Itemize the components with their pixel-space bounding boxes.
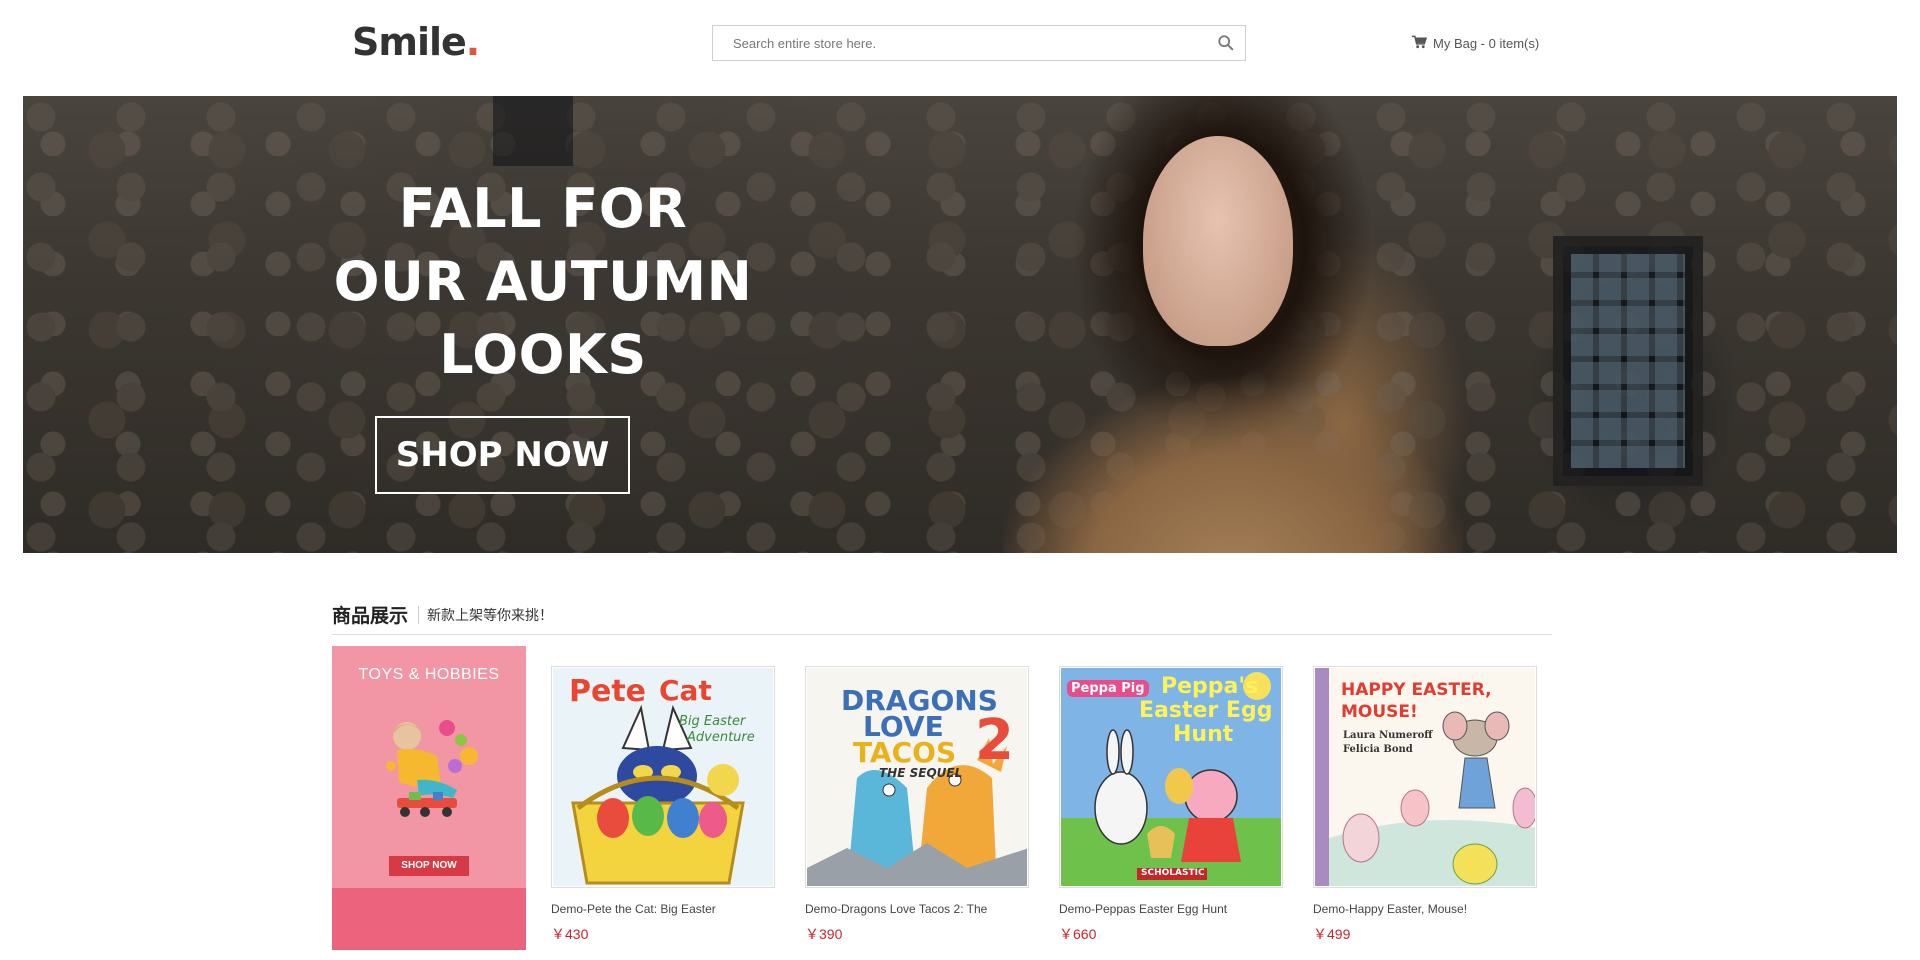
- product-price: ￥430: [551, 926, 589, 942]
- book-cover-happy-easter-mouse: HAPPY EASTER, MOUSE! Laura Numeroff Feli…: [1315, 668, 1535, 886]
- cover-sequel-number: 2: [975, 708, 1014, 773]
- book-cover-peppa-pig: Peppa Pig Peppa's Easter Egg Hunt SCHOLA…: [1061, 668, 1281, 886]
- search-icon[interactable]: [1217, 34, 1235, 52]
- banner-model-coat: [1003, 356, 1463, 553]
- banner-window-left: [493, 96, 573, 166]
- hero-banner: FALL FOR OUR AUTUMN LOOKS SHOP NOW: [23, 96, 1897, 553]
- cover-title-2: Easter Egg: [1139, 698, 1273, 723]
- banner-window-right: [1553, 236, 1703, 486]
- product-price: ￥390: [805, 926, 843, 942]
- cover-title-1: Peppa's: [1161, 674, 1259, 699]
- peppa-pig-badge: Peppa Pig: [1067, 680, 1149, 697]
- product-card: DRAGONS LOVE TACOS 2 THE SEQUEL Demo-Dra…: [805, 666, 1029, 944]
- product-price: ￥499: [1313, 926, 1351, 942]
- mouse-artwork: [1315, 668, 1535, 886]
- product-image[interactable]: Pete Cat Big Easter Adventure: [551, 666, 775, 888]
- book-cover-dragons-love-tacos: DRAGONS LOVE TACOS 2 THE SEQUEL: [807, 668, 1027, 886]
- banner-headline: FALL FOR OUR AUTUMN LOOKS: [303, 172, 783, 391]
- product-card: Pete Cat Big Easter Adventure Demo-Pete …: [551, 666, 775, 944]
- logo-dot: .: [465, 20, 480, 64]
- cover-author: Laura Numeroff: [1343, 730, 1433, 741]
- cover-title-3: TACOS: [853, 736, 957, 769]
- product-card: Peppa Pig Peppa's Easter Egg Hunt SCHOLA…: [1059, 666, 1283, 944]
- promo-footer-band: [332, 888, 526, 950]
- promo-title: TOYS & HOBBIES: [358, 666, 500, 683]
- section-subtitle: 新款上架等你来挑！: [427, 607, 554, 624]
- promo-toys-hobbies[interactable]: TOYS & HOBBIES SHOP NOW: [332, 646, 526, 950]
- cover-title-2: Cat: [659, 674, 712, 707]
- product-image[interactable]: HAPPY EASTER, MOUSE! Laura Numeroff Feli…: [1313, 666, 1537, 888]
- cart-icon: [1412, 35, 1428, 52]
- toddler-illustration: [386, 720, 478, 817]
- banner-shop-now-button[interactable]: SHOP NOW: [375, 416, 630, 494]
- cover-title-2: MOUSE!: [1341, 702, 1418, 722]
- cart-link[interactable]: My Bag - 0 item(s): [1412, 33, 1539, 53]
- product-image[interactable]: Peppa Pig Peppa's Easter Egg Hunt SCHOLA…: [1059, 666, 1283, 888]
- cover-publisher: SCHOLASTIC: [1141, 868, 1205, 878]
- product-name[interactable]: Demo-Dragons Love Tacos 2: The: [805, 902, 1029, 916]
- product-name[interactable]: Demo-Pete the Cat: Big Easter: [551, 902, 775, 916]
- product-name[interactable]: Demo-Happy Easter, Mouse!: [1313, 902, 1537, 916]
- site-header: Smile. My Bag - 0 item(s): [0, 0, 1920, 96]
- search-input[interactable]: [713, 26, 1203, 60]
- site-logo[interactable]: Smile.: [352, 14, 480, 70]
- cover-title-3: Hunt: [1173, 722, 1234, 747]
- cover-subtitle-1: Big Easter: [679, 714, 746, 729]
- banner-line-3: LOOKS: [439, 323, 647, 386]
- banner-model-face: [1143, 136, 1293, 346]
- banner-line-1: FALL FOR: [398, 177, 688, 240]
- cover-title-1: Pete: [569, 674, 647, 709]
- logo-text: Smile: [352, 20, 467, 64]
- cart-label: My Bag - 0 item(s): [1433, 35, 1540, 51]
- product-name[interactable]: Demo-Peppas Easter Egg Hunt: [1059, 902, 1283, 916]
- banner-line-2: OUR AUTUMN: [333, 250, 753, 313]
- cover-illustrator: Felicia Bond: [1343, 744, 1413, 755]
- cover-title-1: HAPPY EASTER,: [1341, 680, 1492, 700]
- search-box: [712, 25, 1246, 61]
- product-image[interactable]: DRAGONS LOVE TACOS 2 THE SEQUEL: [805, 666, 1029, 888]
- book-cover-pete-the-cat: Pete Cat Big Easter Adventure: [553, 668, 773, 886]
- promo-shop-now-button[interactable]: SHOP NOW: [389, 856, 469, 876]
- section-header: 商品展示 新款上架等你来挑！: [332, 595, 1552, 635]
- section-divider: [418, 605, 420, 624]
- cover-subtitle: THE SEQUEL: [879, 766, 963, 780]
- cover-subtitle-2: Adventure: [687, 730, 755, 745]
- product-card: HAPPY EASTER, MOUSE! Laura Numeroff Feli…: [1313, 666, 1537, 944]
- product-price: ￥660: [1059, 926, 1097, 942]
- section-title: 商品展示: [332, 605, 409, 627]
